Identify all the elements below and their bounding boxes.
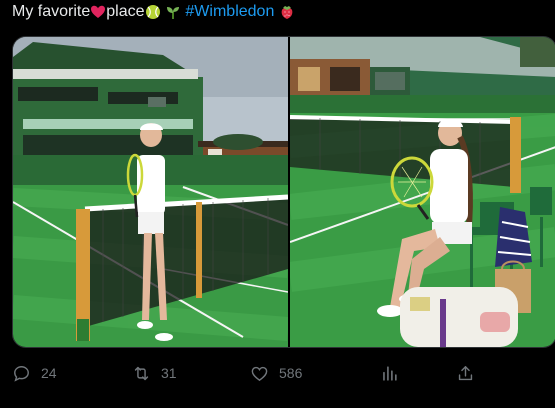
repost-button[interactable]: 31: [132, 360, 177, 386]
repost-count: 31: [161, 365, 177, 381]
share-icon: [458, 365, 473, 380]
like-button[interactable]: 586: [250, 360, 302, 386]
repost-icon: [134, 366, 149, 380]
reply-count: 24: [41, 365, 57, 381]
photo-right-image: [290, 37, 555, 347]
reply-icon: [14, 365, 29, 382]
like-count: 586: [279, 365, 303, 381]
seedling-icon: [166, 7, 179, 19]
tweet-text-part-2: place: [106, 3, 145, 20]
hashtag-link[interactable]: #Wimbledon: [185, 3, 274, 20]
tweet-text: My favorite place #Wimbledon: [12, 2, 295, 22]
views-button[interactable]: [380, 360, 399, 386]
share-button[interactable]: [456, 360, 475, 386]
red-heart-icon: [91, 5, 106, 18]
reply-button[interactable]: 24: [12, 360, 57, 386]
photo-left[interactable]: [13, 37, 288, 347]
tennis-ball-icon: [145, 5, 160, 19]
photo-right[interactable]: [290, 37, 555, 347]
tweet-action-bar: 24 31 586: [12, 360, 555, 386]
tweet-text-part-1: My favorite: [12, 3, 91, 20]
strawberry-icon: [281, 6, 293, 19]
photo-left-image: [13, 37, 288, 347]
heart-icon: [251, 366, 268, 381]
analytics-icon: [383, 365, 397, 381]
media-grid: [12, 36, 555, 348]
